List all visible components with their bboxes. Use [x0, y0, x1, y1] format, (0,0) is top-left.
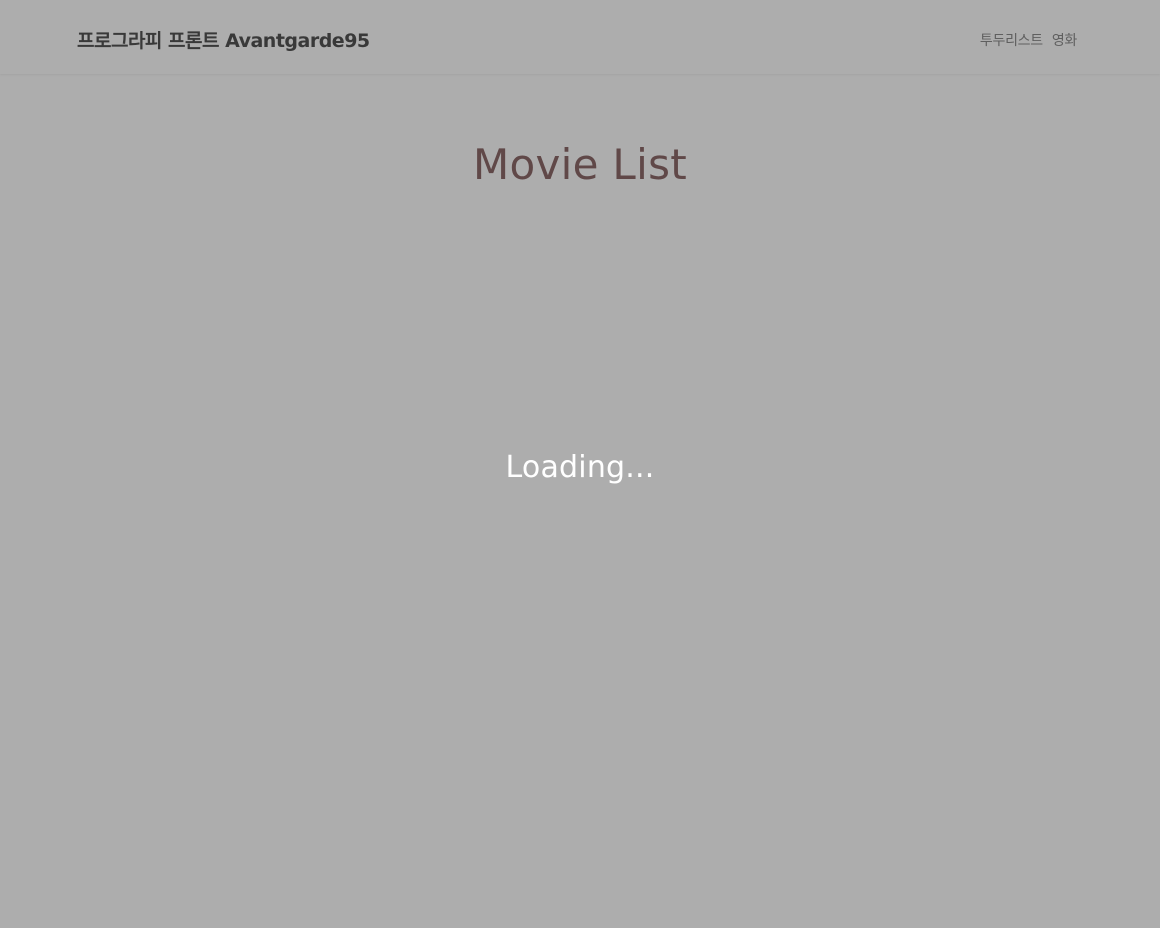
- page: 프로그라피 프론트 Avantgarde95 투두리스트 영화 Movie Li…: [0, 0, 1160, 928]
- loading-overlay: Loading...: [0, 0, 1160, 928]
- loading-text: Loading...: [505, 450, 655, 485]
